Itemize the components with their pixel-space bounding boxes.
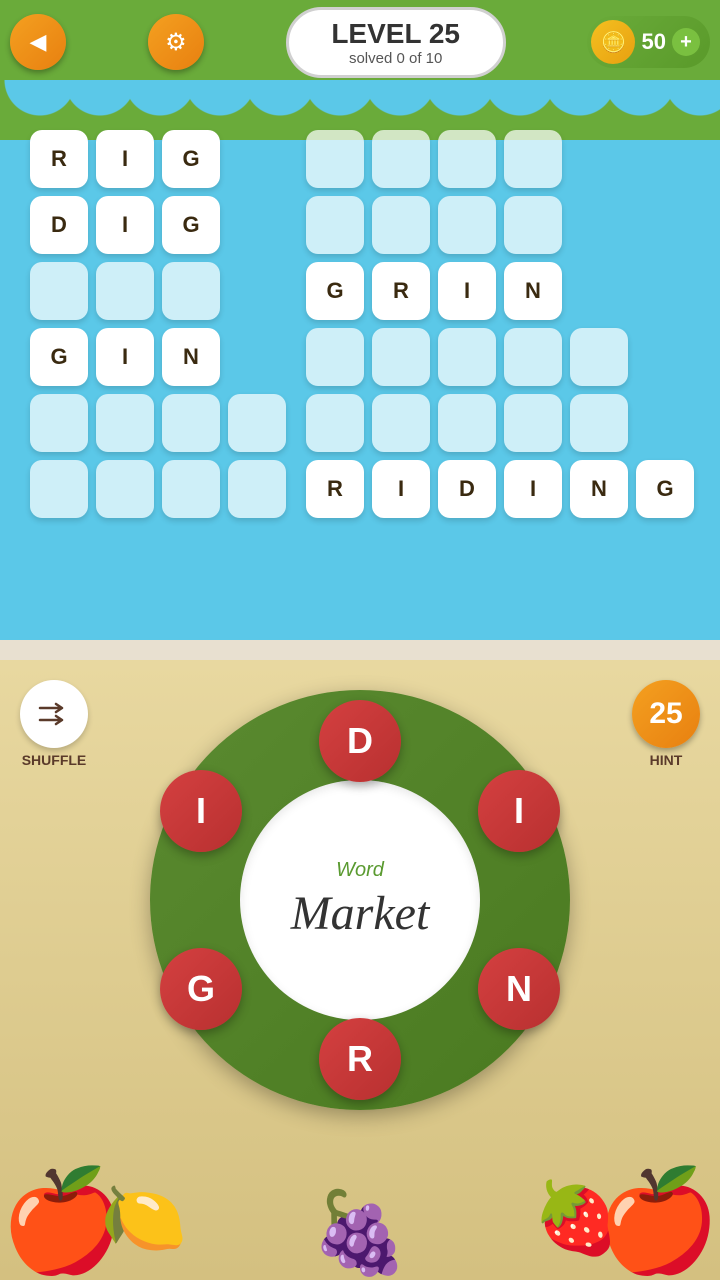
left-column: R I G D I G G I [30, 130, 286, 518]
settings-button[interactable] [148, 14, 204, 70]
tile-riding-r: R [306, 460, 364, 518]
tile-rg1: G [306, 262, 364, 320]
tile-e8 [30, 460, 88, 518]
tile-d1: D [30, 196, 88, 254]
tile-re13 [570, 328, 628, 386]
tile-e4 [30, 394, 88, 452]
tile-re8 [504, 196, 562, 254]
wheel-letter-i-left[interactable]: I [160, 770, 242, 852]
wheel-word-small: Word [336, 859, 384, 882]
tile-re7 [438, 196, 496, 254]
wheel-letter-n[interactable]: N [478, 948, 560, 1030]
tile-re9 [306, 328, 364, 386]
tile-rr1: R [372, 262, 430, 320]
hint-button[interactable]: 25 HINT [632, 680, 700, 768]
wheel-word-large: Market [291, 886, 430, 941]
coins-display: 🪙 50 + [587, 16, 709, 68]
tile-re14 [306, 394, 364, 452]
wheel-container: D I N R G I Word Market [150, 690, 570, 1110]
word-grid: R I G D I G G I [0, 120, 720, 528]
tile-i1: I [96, 130, 154, 188]
fruit-strawberry: 🍓 [533, 1178, 620, 1260]
hint-label: HINT [650, 752, 683, 768]
word-row-grin: G R I N [306, 262, 694, 320]
tile-i3: I [96, 328, 154, 386]
tile-e10 [162, 460, 220, 518]
fruit-plum: 🍇 [310, 1186, 410, 1280]
word-row-dig: D I G [30, 196, 286, 254]
tile-r1: R [30, 130, 88, 188]
tile-re6 [372, 196, 430, 254]
bottom-area: SHUFFLE 25 HINT D I N R G I Word Market [0, 660, 720, 1280]
word-row-empty4a [30, 394, 286, 452]
wheel-outer: D I N R G I Word Market [150, 690, 570, 1110]
shuffle-button[interactable]: SHUFFLE [20, 680, 88, 768]
wheel-letter-i-right[interactable]: I [478, 770, 560, 852]
right-column: G R I N [306, 130, 694, 518]
shuffle-icon [20, 680, 88, 748]
shuffle-label: SHUFFLE [22, 752, 87, 768]
tile-re17 [504, 394, 562, 452]
tile-riding-i: I [372, 460, 430, 518]
tile-n1: N [162, 328, 220, 386]
tile-re2 [372, 130, 430, 188]
word-row-empty5b [306, 394, 694, 452]
level-title: LEVEL 25 [319, 18, 473, 50]
tile-riding-n: N [570, 460, 628, 518]
tile-ri1: I [438, 262, 496, 320]
fruit-lemon: 🍋 [100, 1178, 187, 1260]
grid-container: R I G D I G G I [30, 130, 690, 518]
wheel-letter-g[interactable]: G [160, 948, 242, 1030]
word-row-rig: R I G [30, 130, 286, 188]
tile-e5 [96, 394, 154, 452]
wheel-letter-r[interactable]: R [319, 1018, 401, 1100]
tile-re5 [306, 196, 364, 254]
tile-riding-i2: I [504, 460, 562, 518]
tile-e3 [162, 262, 220, 320]
word-row-empty5a [306, 328, 694, 386]
divider [0, 640, 720, 660]
tile-g2: G [162, 196, 220, 254]
header: LEVEL 25 solved 0 of 10 🪙 50 + [0, 0, 720, 84]
word-row-empty4b [30, 460, 286, 518]
tile-e7 [228, 394, 286, 452]
tile-re1 [306, 130, 364, 188]
tile-re16 [438, 394, 496, 452]
tile-e9 [96, 460, 154, 518]
word-row-empty4d [306, 196, 694, 254]
add-coins-button[interactable]: + [672, 28, 700, 56]
tile-i2: I [96, 196, 154, 254]
word-row-gin: G I N [30, 328, 286, 386]
tile-rn1: N [504, 262, 562, 320]
coin-count: 50 [641, 29, 665, 55]
game-area: LEVEL 25 solved 0 of 10 🪙 50 + R I G D [0, 0, 720, 640]
level-info: LEVEL 25 solved 0 of 10 [286, 7, 506, 78]
tile-re10 [372, 328, 430, 386]
back-button[interactable] [10, 14, 66, 70]
tile-riding-d: D [438, 460, 496, 518]
tile-e11 [228, 460, 286, 518]
coin-icon: 🪙 [591, 20, 635, 64]
word-row-riding: R I D I N G [306, 460, 694, 518]
hint-count: 25 [632, 680, 700, 748]
tile-g1: G [162, 130, 220, 188]
wheel-letter-d[interactable]: D [319, 700, 401, 782]
tile-re11 [438, 328, 496, 386]
word-row-empty3 [30, 262, 286, 320]
tile-e6 [162, 394, 220, 452]
tile-re4 [504, 130, 562, 188]
solved-text: solved 0 of 10 [319, 50, 473, 67]
tile-re12 [504, 328, 562, 386]
tile-e1 [30, 262, 88, 320]
tile-re3 [438, 130, 496, 188]
tile-re18 [570, 394, 628, 452]
tile-e2 [96, 262, 154, 320]
tile-riding-g: G [636, 460, 694, 518]
tile-re15 [372, 394, 430, 452]
wheel-inner: Word Market [240, 780, 480, 1020]
word-row-empty4c [306, 130, 694, 188]
tile-g3: G [30, 328, 88, 386]
